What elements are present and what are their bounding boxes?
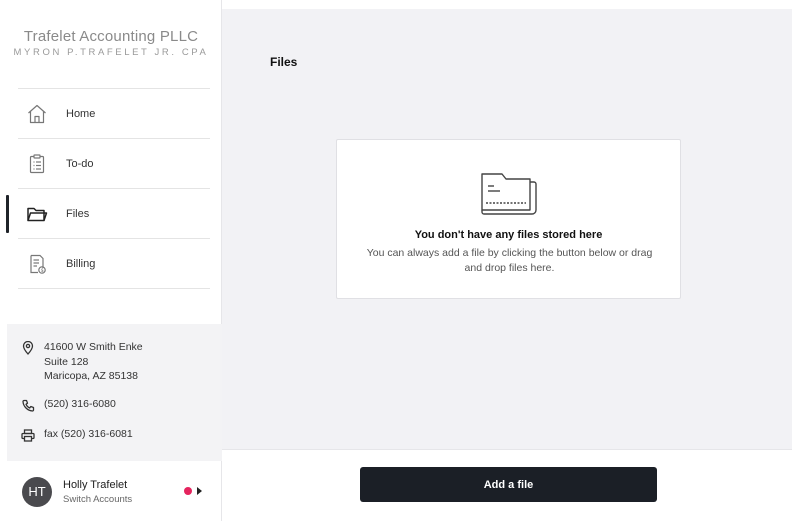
add-file-button[interactable]: Add a file [360, 467, 657, 502]
account-name: Holly Trafelet [63, 478, 128, 491]
folder-files-icon [481, 173, 537, 215]
address-line-3: Maricopa, AZ 85138 [44, 370, 138, 382]
sidebar-item-billing[interactable]: $ Billing [18, 239, 210, 289]
folder-icon [25, 202, 49, 226]
location-pin-icon [21, 341, 35, 355]
sidebar-item-label: Billing [66, 257, 96, 270]
caret-right-icon [197, 487, 202, 495]
printer-icon [21, 428, 35, 442]
address-line-2: Suite 128 [44, 355, 89, 368]
brand: Trafelet Accounting PLLC MYRON P.TRAFELE… [0, 28, 222, 58]
address-line-1: 41600 W Smith Enke [44, 341, 143, 353]
phone-number: (520) 316-6080 [44, 398, 116, 410]
phone[interactable]: (520) 316-6080 [21, 397, 116, 412]
clipboard-icon [25, 152, 49, 176]
account-switcher[interactable]: HT Holly Trafelet Switch Accounts [0, 462, 222, 521]
page-title: Files [270, 55, 298, 69]
brand-name: Trafelet Accounting PLLC [23, 28, 199, 45]
home-icon [25, 102, 49, 126]
sidebar-item-home[interactable]: Home [18, 89, 210, 139]
avatar: HT [22, 476, 52, 507]
sidebar-nav: Home To-do Files $ Billing [6, 88, 210, 289]
sidebar: Trafelet Accounting PLLC MYRON P.TRAFELE… [0, 0, 222, 521]
switch-accounts-label: Switch Accounts [63, 493, 133, 505]
svg-text:$: $ [41, 268, 44, 274]
sidebar-item-label: Files [66, 207, 90, 220]
contact-info: 41600 W Smith Enke Suite 128 Maricopa, A… [7, 324, 222, 461]
fax-number: fax (520) 316-6081 [44, 428, 133, 440]
sidebar-item-todo[interactable]: To-do [18, 139, 210, 189]
brand-subtitle: MYRON P.TRAFELET JR. CPA [13, 47, 209, 58]
empty-state-card: You don't have any files stored here You… [336, 139, 681, 299]
fax: fax (520) 316-6081 [21, 427, 133, 442]
empty-state-title: You don't have any files stored here [414, 229, 603, 241]
files-panel[interactable]: Files You don't have any files stored he… [222, 9, 792, 449]
empty-state-description: You can always add a file by clicking th… [366, 247, 653, 274]
sidebar-item-label: Home [66, 107, 96, 120]
address: 41600 W Smith Enke Suite 128 Maricopa, A… [21, 340, 143, 384]
footer-divider [222, 449, 792, 450]
invoice-icon: $ [25, 252, 49, 276]
phone-icon [21, 398, 35, 412]
sidebar-item-label: To-do [66, 157, 94, 170]
notification-dot [184, 487, 192, 495]
sidebar-item-files[interactable]: Files [6, 189, 210, 239]
